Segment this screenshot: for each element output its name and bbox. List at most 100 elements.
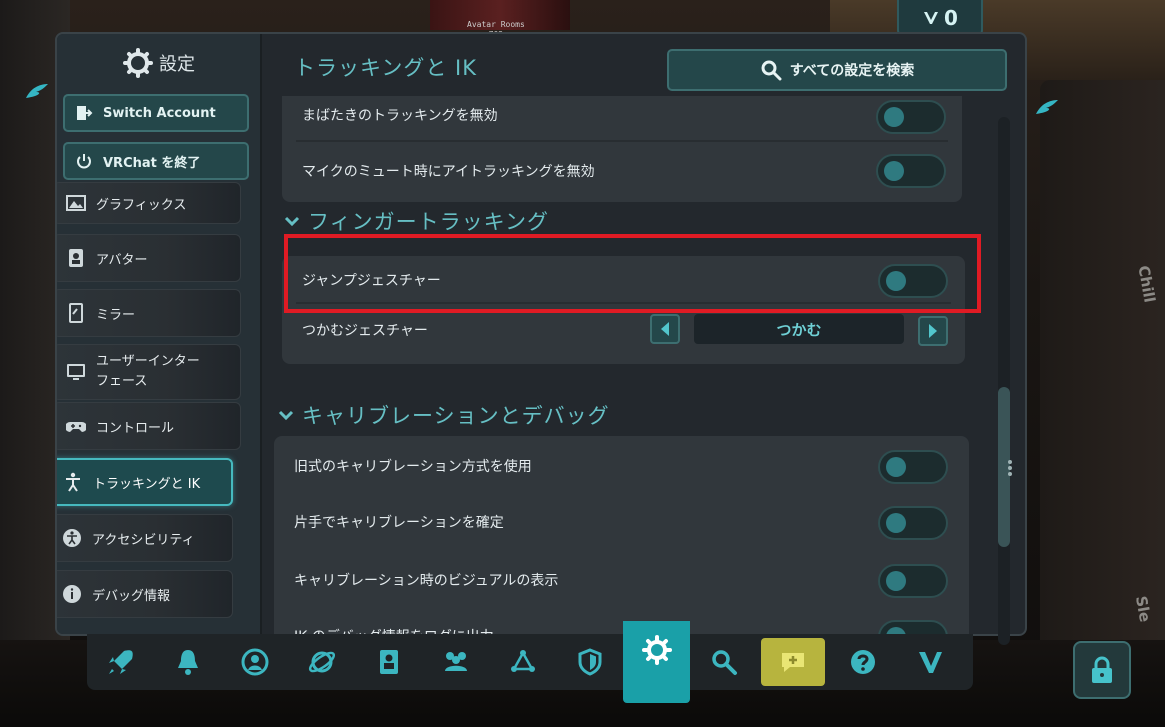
grab-gesture-label: つかむジェスチャー — [302, 323, 428, 339]
dock-notifications[interactable] — [154, 634, 221, 690]
dock-launch-pad[interactable] — [87, 634, 154, 690]
bottom-dock — [87, 621, 973, 703]
dock-settings[interactable] — [623, 621, 690, 703]
setting-row: キャリブレーション時のビジュアルの表示 — [274, 550, 969, 604]
body-tracking-icon — [66, 472, 80, 492]
dock-profile[interactable] — [221, 634, 288, 690]
nav-item-user-interface[interactable]: ユーザーインター フェース — [57, 344, 241, 400]
nav-item-label: コントロール — [96, 420, 175, 436]
toggle-knob — [884, 107, 904, 127]
settings-title: 設定 — [123, 48, 195, 78]
quit-button[interactable]: VRChat を終了 — [63, 142, 249, 180]
toggle-knob — [884, 161, 904, 181]
switch-account-button[interactable]: Switch Account — [63, 94, 249, 132]
dock-groups[interactable] — [489, 634, 556, 690]
settings-nav: 設定 Switch Account VRChat を終了 グラフィックス アバタ… — [57, 34, 262, 634]
blink-tracking-toggle[interactable] — [876, 100, 946, 134]
search-all-settings-button[interactable]: すべての設定を検索 — [667, 49, 1007, 91]
nav-item-label: アクセシビリティ — [92, 532, 195, 548]
nav-item-label: アバター — [96, 252, 148, 268]
quit-label: VRChat を終了 — [103, 155, 201, 171]
row-divider — [296, 140, 948, 142]
mirror-icon — [69, 303, 83, 323]
mute-eye-tracking-toggle[interactable] — [876, 154, 946, 188]
grab-prev-button[interactable] — [650, 314, 680, 344]
dock-avatars[interactable] — [355, 634, 422, 690]
search-all-settings-label: すべての設定を検索 — [789, 63, 915, 79]
switch-account-label: Switch Account — [103, 105, 216, 121]
settings-title-label: 設定 — [159, 54, 195, 75]
setting-row: つかむジェスチャー つかむ — [282, 308, 965, 362]
network-icon — [510, 650, 535, 672]
settings-scrollbar[interactable] — [998, 117, 1010, 645]
nav-item-label: ユーザーインター フェース — [96, 354, 200, 389]
nav-item-label: トラッキングと IK — [93, 476, 201, 492]
nav-item-label: グラフィックス — [96, 197, 187, 213]
nav-item-graphics[interactable]: グラフィックス — [57, 182, 241, 224]
dock-help[interactable] — [829, 634, 896, 690]
nav-item-avatar[interactable]: アバター — [57, 234, 241, 282]
switch-account-icon — [77, 106, 93, 120]
currency-amount: 0 — [944, 6, 958, 30]
nav-item-controls[interactable]: コントロール — [57, 402, 241, 450]
setting-label: 旧式のキャリブレーション方式を使用 — [294, 459, 532, 475]
one-hand-calibration-toggle[interactable] — [878, 506, 948, 540]
section-finger-tracking[interactable]: フィンガートラッキング — [284, 206, 549, 236]
settings-window: 設定 Switch Account VRChat を終了 グラフィックス アバタ… — [55, 32, 1027, 636]
accessibility-icon — [63, 529, 81, 547]
jump-gesture-label: ジャンプジェスチャー — [302, 273, 441, 289]
setting-label: 片手でキャリブレーションを確定 — [294, 515, 504, 531]
profile-icon — [241, 648, 268, 676]
gear-icon — [123, 48, 153, 78]
section-calibration-label: キャリブレーションとデバッグ — [302, 404, 610, 428]
grab-next-button[interactable] — [918, 316, 948, 346]
lock-button[interactable] — [1073, 641, 1131, 699]
search-icon — [711, 650, 737, 675]
monitor-icon — [67, 364, 85, 380]
avatar-book-icon — [379, 650, 398, 674]
finger-tracking-card: ジャンプジェスチャー つかむジェスチャー つかむ — [282, 256, 965, 364]
section-finger-tracking-label: フィンガートラッキング — [308, 210, 549, 234]
gamepad-icon — [66, 422, 86, 432]
bg-right-panel — [1040, 80, 1165, 680]
dock-vrchat[interactable] — [896, 634, 963, 690]
dock-search[interactable] — [690, 634, 757, 690]
help-icon — [850, 650, 875, 674]
friends-icon — [444, 652, 467, 671]
nav-item-accessibility[interactable]: アクセシビリティ — [57, 514, 233, 562]
nav-item-tracking-ik[interactable]: トラッキングと IK — [57, 458, 233, 506]
rocket-icon — [108, 650, 133, 674]
dock-worlds[interactable] — [288, 634, 355, 690]
toggle-knob — [886, 513, 906, 533]
setting-row: ジャンプジェスチャー — [282, 256, 965, 310]
chat-icon — [782, 653, 804, 672]
setting-label: マイクのミュート時にアイトラッキングを無効 — [302, 164, 595, 180]
power-icon — [77, 154, 91, 169]
legacy-calibration-toggle[interactable] — [878, 450, 948, 484]
chevron-left-icon — [661, 322, 669, 336]
vrc-credits-icon — [924, 12, 939, 24]
image-icon — [66, 195, 86, 211]
vrchat-logo-icon — [918, 652, 942, 673]
planet-icon — [308, 651, 335, 673]
setting-label: まばたきのトラッキングを無効 — [302, 108, 498, 124]
dock-safety[interactable] — [556, 634, 623, 690]
chevron-down-icon — [278, 410, 294, 421]
calibration-visual-toggle[interactable] — [878, 564, 948, 598]
nav-item-mirror[interactable]: ミラー — [57, 289, 241, 337]
wing-right-icon[interactable] — [1034, 98, 1060, 116]
chevron-right-icon — [929, 324, 937, 338]
grab-gesture-value: つかむ — [694, 314, 904, 344]
dock-chat[interactable] — [761, 638, 825, 686]
bg-sign-line1: Avatar Rooms — [467, 20, 525, 29]
search-icon — [761, 60, 782, 81]
settings-gear-icon — [641, 635, 672, 665]
wing-left-icon[interactable] — [24, 82, 50, 100]
nav-item-debug-info[interactable]: デバッグ情報 — [57, 570, 233, 618]
dock-social[interactable] — [422, 634, 489, 690]
section-calibration-debug[interactable]: キャリブレーションとデバッグ — [278, 400, 610, 430]
jump-gesture-toggle[interactable] — [878, 264, 948, 298]
chevron-down-icon — [284, 216, 300, 227]
scroll-grip-icon — [1008, 460, 1012, 476]
shield-icon — [578, 648, 601, 676]
